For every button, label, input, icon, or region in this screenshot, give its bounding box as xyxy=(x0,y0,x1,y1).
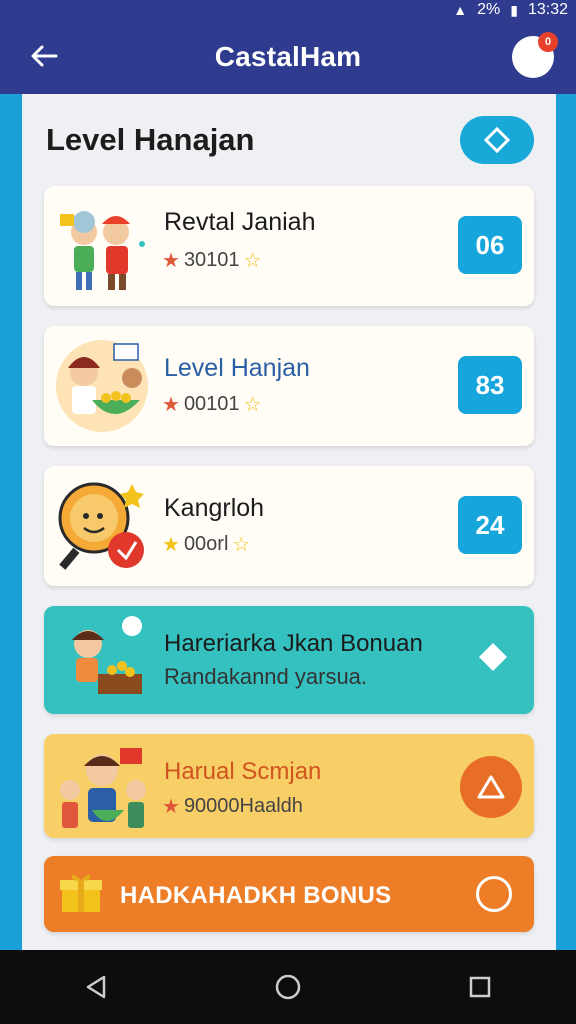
promo-title: Harual Scmjan xyxy=(164,758,322,785)
cta-label: HADKAHADKH BONUS xyxy=(120,882,392,909)
card-title: Revtal Janiah xyxy=(164,208,316,236)
card-title: Level Hanjan xyxy=(164,354,310,383)
arrow-left-icon xyxy=(31,45,58,67)
card-title: Kangrloh xyxy=(164,494,265,522)
nav-home-button[interactable] xyxy=(268,967,308,1007)
level-card[interactable]: Revtal Janiah ★ 30101 ☆ 06 xyxy=(44,186,534,306)
promo-action-button[interactable] xyxy=(476,640,510,674)
back-button[interactable] xyxy=(26,38,62,74)
level-number-badge[interactable]: 06 xyxy=(458,216,522,274)
recents-square-icon xyxy=(469,976,491,998)
app-title: CastalHam xyxy=(214,41,362,72)
card-meta: ★ 30101 ☆ xyxy=(162,248,262,273)
circle-icon xyxy=(476,876,512,912)
star-icon: ★ xyxy=(162,534,180,556)
magnifier-illustration-icon xyxy=(58,482,144,570)
card-meta-value: 00101 xyxy=(183,393,240,415)
diamond-icon xyxy=(479,643,507,671)
promo-card-teal[interactable]: Hareriarka Jkan Bonuan Randakannd yarsua… xyxy=(44,606,534,714)
card-meta-value: 30101 xyxy=(183,249,240,271)
notification-badge: 0 xyxy=(538,32,558,52)
star-icon: ★ xyxy=(162,796,180,818)
star-icon: ★ xyxy=(162,250,180,272)
system-nav-bar xyxy=(0,950,576,1024)
home-circle-icon xyxy=(275,974,301,1000)
level-card[interactable]: Level Hanjan ★ 00101 ☆ 83 xyxy=(44,326,534,446)
back-triangle-icon xyxy=(86,975,106,999)
promo-meta: ★ 90000Haaldh xyxy=(162,794,303,819)
nav-back-button[interactable] xyxy=(76,967,116,1007)
promo-subtitle: Randakannd yarsua. xyxy=(164,664,368,689)
clock: 13:32 xyxy=(527,1,568,18)
promo-title: Hareriarka Jkan Bonuan xyxy=(164,630,423,657)
star-outline-icon: ☆ xyxy=(232,534,251,556)
card-title-text: Level Hanjan xyxy=(164,354,310,382)
triangle-icon xyxy=(477,775,505,799)
battery-level: 2% xyxy=(477,1,501,18)
card-meta-value: 00orl xyxy=(183,533,229,555)
promo-action-button[interactable] xyxy=(460,756,522,818)
avatar[interactable]: 0 xyxy=(512,32,558,78)
section-action-button[interactable] xyxy=(460,116,534,164)
main-panel: Level Hanajan Revtal Janiah ★ 30101 ☆ 06 xyxy=(22,94,556,950)
bonus-cta-button[interactable]: HADKAHADKH BONUS xyxy=(44,856,534,932)
people-basket-illustration-icon xyxy=(56,340,148,432)
status-bar: ▲ 2% ▮ 13:32 xyxy=(0,0,576,20)
card-meta: ★ 00101 ☆ xyxy=(162,392,262,417)
level-card[interactable]: Kangrloh ★ 00orl ☆ 24 xyxy=(44,466,534,586)
person-gold-illustration-icon xyxy=(72,616,142,694)
gift-box-icon xyxy=(60,874,102,912)
star-outline-icon: ☆ xyxy=(243,250,262,272)
battery-icon: ▮ xyxy=(510,1,518,18)
diamond-icon xyxy=(483,126,511,154)
promo-card-yellow[interactable]: Harual Scmjan ★ 90000Haaldh xyxy=(44,734,534,838)
star-outline-icon: ☆ xyxy=(243,394,262,416)
people-illustration-icon xyxy=(60,211,145,290)
signal-icon: ▲ xyxy=(453,2,468,18)
level-number-badge[interactable]: 83 xyxy=(458,356,522,414)
family-illustration-icon xyxy=(60,748,146,828)
section-title: Level Hanajan xyxy=(46,122,255,157)
nav-recents-button[interactable] xyxy=(460,967,500,1007)
promo-meta-value: 90000Haaldh xyxy=(183,795,303,817)
card-meta: ★ 00orl ☆ xyxy=(162,532,250,557)
star-icon: ★ xyxy=(162,394,180,416)
app-bar: CastalHam 0 xyxy=(0,20,576,94)
level-number-badge[interactable]: 24 xyxy=(458,496,522,554)
